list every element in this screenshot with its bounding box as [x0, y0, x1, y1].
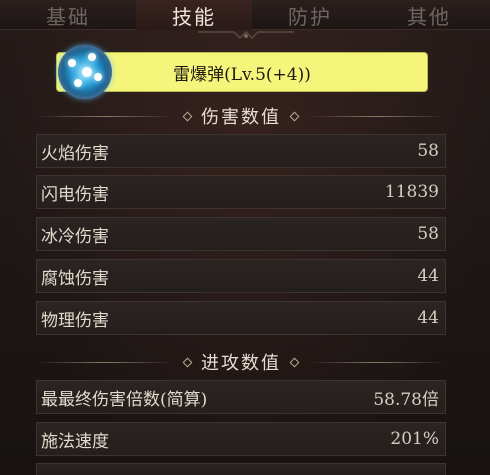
- section-divider-line: [308, 115, 446, 117]
- tab-bar: 基础 技能 防护 其他: [0, 0, 490, 30]
- section-divider-line: [308, 361, 446, 363]
- stat-label: 最最终伤害倍数(简算): [41, 389, 208, 410]
- stat-label: 闪电伤害: [41, 184, 109, 205]
- stat-row: 腐蚀伤害 44: [36, 259, 446, 293]
- stat-label: 火焰伤害: [41, 143, 109, 164]
- tab-skills[interactable]: 技能: [136, 0, 252, 30]
- stat-row: 物理伤害 44: [36, 301, 446, 335]
- section-divider-line: [36, 115, 174, 117]
- section-header-damage: 伤害数值: [36, 104, 446, 128]
- stat-value: 44: [417, 308, 439, 328]
- skill-name: 雷爆弹(Lv.5(+4)): [173, 64, 311, 85]
- section-title: 进攻数值: [201, 353, 281, 374]
- stat-label: 施法速度: [41, 431, 109, 452]
- stat-row: 火焰伤害 58: [36, 134, 446, 168]
- stat-value: 58: [417, 141, 439, 161]
- stat-row: 最最终伤害倍数(简算) 58.78倍: [36, 380, 446, 414]
- stat-label: 冰冷伤害: [41, 226, 109, 247]
- stat-value: 58.78倍: [373, 389, 439, 410]
- stat-value: 58: [417, 224, 439, 244]
- tab-basic[interactable]: 基础: [0, 0, 136, 30]
- section-title: 伤害数值: [201, 107, 281, 128]
- stat-row-partial: [36, 463, 446, 475]
- stat-row: 冰冷伤害 58: [36, 217, 446, 251]
- stat-label: 物理伤害: [41, 310, 109, 331]
- stat-label: 腐蚀伤害: [41, 268, 109, 289]
- lightning-orb-icon[interactable]: [58, 45, 112, 99]
- stat-row: 闪电伤害 11839: [36, 175, 446, 209]
- stat-row: 施法速度 201%: [36, 422, 446, 456]
- stat-value: 11839: [384, 182, 439, 202]
- active-tab-ornament: [198, 30, 294, 44]
- tab-other[interactable]: 其他: [368, 0, 490, 30]
- diamond-ornament-icon: [182, 111, 193, 121]
- diamond-ornament-icon: [289, 111, 300, 121]
- diamond-ornament-icon: [182, 357, 193, 367]
- section-header-offense: 进攻数值: [36, 350, 446, 374]
- section-divider-line: [36, 361, 174, 363]
- diamond-ornament-icon: [289, 357, 300, 367]
- tab-defense[interactable]: 防护: [252, 0, 368, 30]
- stat-value: 44: [417, 266, 439, 286]
- stat-value: 201%: [390, 429, 439, 449]
